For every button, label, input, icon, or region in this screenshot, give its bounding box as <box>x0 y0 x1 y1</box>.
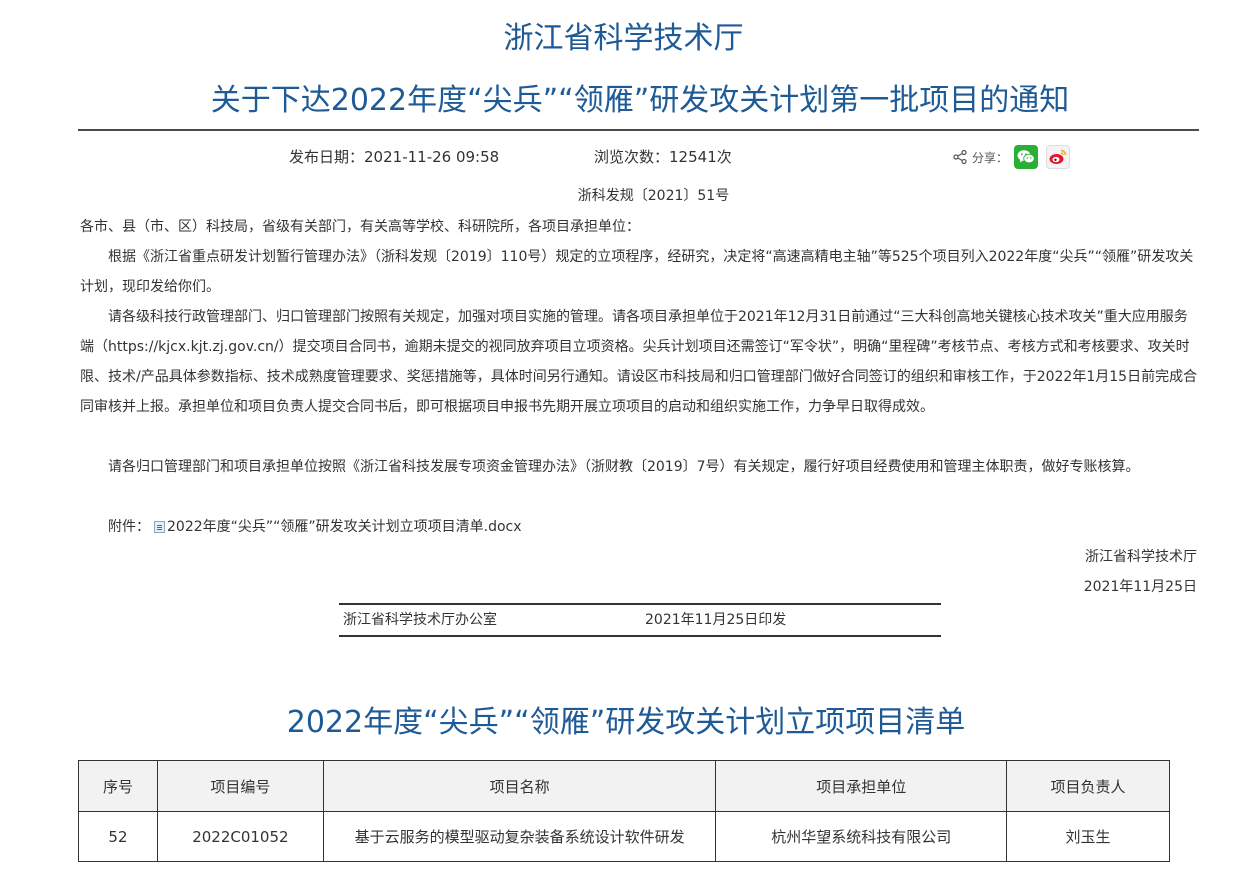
publish-date: 发布日期：2021-11-26 09:58 <box>289 146 499 168</box>
signature-organization: 浙江省科学技术厅 <box>1085 549 1197 565</box>
paragraph-2: 请各级科技行政管理部门、归口管理部门按照有关规定，加强对项目实施的管理。请各项目… <box>80 309 1198 415</box>
agency-title: 浙江省科学技术厅 <box>503 21 744 56</box>
column-header: 项目承担单位 <box>715 760 1008 812</box>
issuing-office: 浙江省科学技术厅办公室 <box>343 612 497 628</box>
view-count: 浏览次数：12541次 <box>594 146 732 168</box>
share-bar: 分享： <box>952 145 1071 169</box>
share-icon <box>952 149 968 165</box>
project-list-title: 2022年度“尖兵”“领雁”研发攻关计划立项项目清单 <box>286 705 966 740</box>
column-header: 项目名称 <box>322 760 717 812</box>
paragraph-3: 请各归口管理部门和项目承担单位按照《浙江省科技发展专项资金管理办法》（浙财教〔2… <box>108 459 1140 475</box>
wechat-share-icon[interactable] <box>1014 145 1039 169</box>
attachment-label: 附件： <box>108 519 150 535</box>
column-header: 项目负责人 <box>1006 760 1170 812</box>
issue-footer: 浙江省科学技术厅办公室 2021年11月25日印发 <box>339 603 941 637</box>
project-table: 序号 项目编号 项目名称 项目承担单位 项目负责人 52 2022C01052 … <box>78 760 1170 862</box>
table-header-row: 序号 项目编号 项目名称 项目承担单位 项目负责人 <box>78 760 1170 812</box>
view-count-label: 浏览次数： <box>594 148 670 166</box>
share-label: 分享： <box>972 150 1009 165</box>
doc-file-icon <box>154 521 165 533</box>
view-count-value: 12541次 <box>669 148 732 166</box>
addressee: 各市、县（市、区）科技局，省级有关部门，有关高等学校、科研院所，各项目承担单位： <box>80 219 640 235</box>
table-cell-project-id: 2022C01052 <box>156 811 324 862</box>
table-cell-project-name: 基于云服务的模型驱动复杂装备系统设计软件研发 <box>322 811 717 862</box>
weibo-share-icon[interactable] <box>1046 145 1071 169</box>
publish-date-value: 2021-11-26 09:58 <box>364 148 500 166</box>
column-header: 序号 <box>78 760 158 812</box>
page-title: 关于下达2022年度“尖兵”“领雁”研发攻关计划第一批项目的通知 <box>210 83 1070 118</box>
document-number: 浙科发规〔2021〕51号 <box>577 188 730 204</box>
publish-date-label: 发布日期： <box>289 148 365 166</box>
table-row: 52 2022C01052 基于云服务的模型驱动复杂装备系统设计软件研发 杭州华… <box>78 811 1170 862</box>
paragraph-1: 根据《浙江省重点研发计划暂行管理办法》（浙科发规〔2019〕110号）规定的立项… <box>80 249 1194 295</box>
table-cell-organization: 杭州华望系统科技有限公司 <box>715 811 1008 862</box>
attachment: 附件： 2022年度“尖兵”“领雁”研发攻关计划立项项目清单.docx <box>108 512 522 542</box>
table-cell-leader: 刘玉生 <box>1006 811 1170 862</box>
title-divider <box>78 129 1199 131</box>
attachment-link[interactable]: 2022年度“尖兵”“领雁”研发攻关计划立项项目清单.docx <box>167 519 522 535</box>
column-header: 项目编号 <box>156 760 324 812</box>
signature-date: 2021年11月25日 <box>1083 579 1197 595</box>
issue-date: 2021年11月25日印发 <box>645 612 787 628</box>
table-cell-serial: 52 <box>78 811 158 862</box>
